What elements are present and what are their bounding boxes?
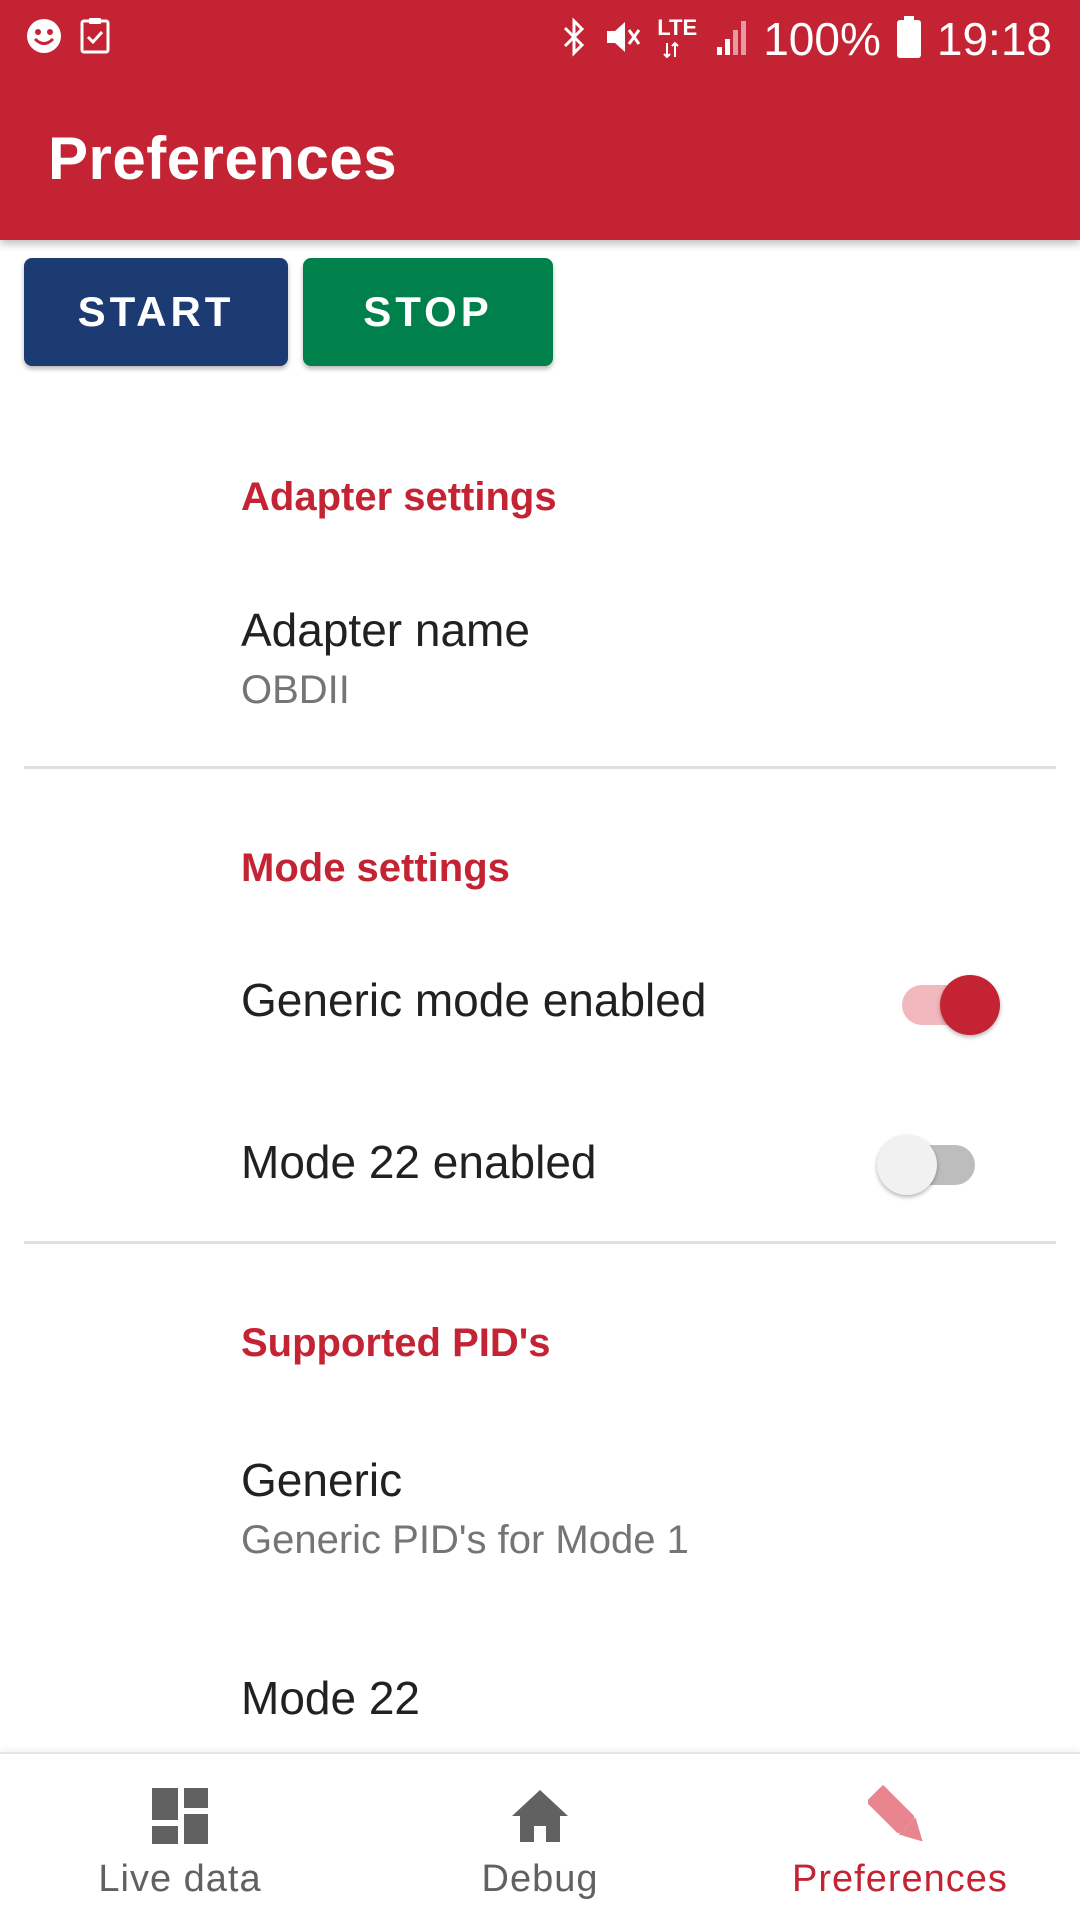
home-icon: [508, 1784, 572, 1848]
battery-percentage: 100%: [763, 13, 881, 65]
status-bar-system: LTE 100% 19:18: [561, 10, 1052, 68]
generic-pids-preference[interactable]: Generic Generic PID's for Mode 1: [0, 1420, 1080, 1570]
nav-item-preferences[interactable]: Preferences: [720, 1754, 1080, 1920]
dashboard-icon: [148, 1784, 212, 1848]
stop-button[interactable]: STOP: [303, 258, 553, 366]
signal-strength-icon: [715, 17, 747, 62]
status-time: 19:18: [936, 13, 1052, 65]
mute-icon: [603, 17, 641, 62]
mode-settings-header: Mode settings: [241, 846, 510, 890]
nav-item-live-data[interactable]: Live data: [0, 1754, 360, 1920]
section-divider: [24, 766, 1056, 769]
nav-label-debug: Debug: [481, 1858, 599, 1900]
bluetooth-icon: [561, 16, 587, 62]
start-button[interactable]: START: [24, 258, 288, 366]
page-title: Preferences: [48, 125, 398, 192]
pencil-icon: [866, 1784, 932, 1848]
nav-label-preferences: Preferences: [792, 1858, 1008, 1900]
status-bar-notifications: [26, 17, 110, 59]
network-type-label: LTE: [657, 15, 698, 40]
adapter-name-value: OBDII: [241, 668, 350, 712]
supported-pids-header: Supported PID's: [241, 1321, 551, 1365]
switch-thumb: [940, 975, 1000, 1035]
status-bar: LTE 100% 19:18: [0, 0, 1080, 78]
generic-mode-preference[interactable]: Generic mode enabled: [0, 940, 1080, 1060]
lte-signal-icon: LTE: [657, 17, 699, 61]
section-divider: [24, 1241, 1056, 1244]
mode22-switch[interactable]: [877, 1125, 987, 1195]
generic-mode-label: Generic mode enabled: [241, 974, 707, 1026]
smiley-notification-icon: [26, 18, 62, 59]
switch-thumb: [877, 1135, 937, 1195]
mode22-pids-title: Mode 22: [241, 1672, 421, 1724]
adapter-name-title: Adapter name: [241, 604, 530, 656]
nav-item-debug[interactable]: Debug: [360, 1754, 720, 1920]
generic-pids-title: Generic: [241, 1454, 403, 1506]
mode22-pids-preference[interactable]: Mode 22: [0, 1640, 1080, 1750]
adapter-name-preference[interactable]: Adapter name OBDII: [0, 580, 1080, 730]
screen: LTE 100% 19:18 Preferences START STOP Ad…: [0, 0, 1080, 1920]
nav-label-live-data: Live data: [98, 1858, 262, 1900]
battery-icon: [896, 15, 921, 63]
mode22-preference[interactable]: Mode 22 enabled: [0, 1100, 1080, 1220]
bottom-navigation: Live data Debug Preferences: [0, 1752, 1080, 1920]
mode22-label: Mode 22 enabled: [241, 1136, 597, 1188]
adapter-settings-header: Adapter settings: [241, 475, 557, 519]
generic-pids-summary: Generic PID's for Mode 1: [241, 1518, 689, 1562]
app-bar: LTE 100% 19:18 Preferences: [0, 0, 1080, 240]
clipboard-check-notification-icon: [80, 17, 110, 59]
generic-mode-switch[interactable]: [890, 965, 1000, 1035]
